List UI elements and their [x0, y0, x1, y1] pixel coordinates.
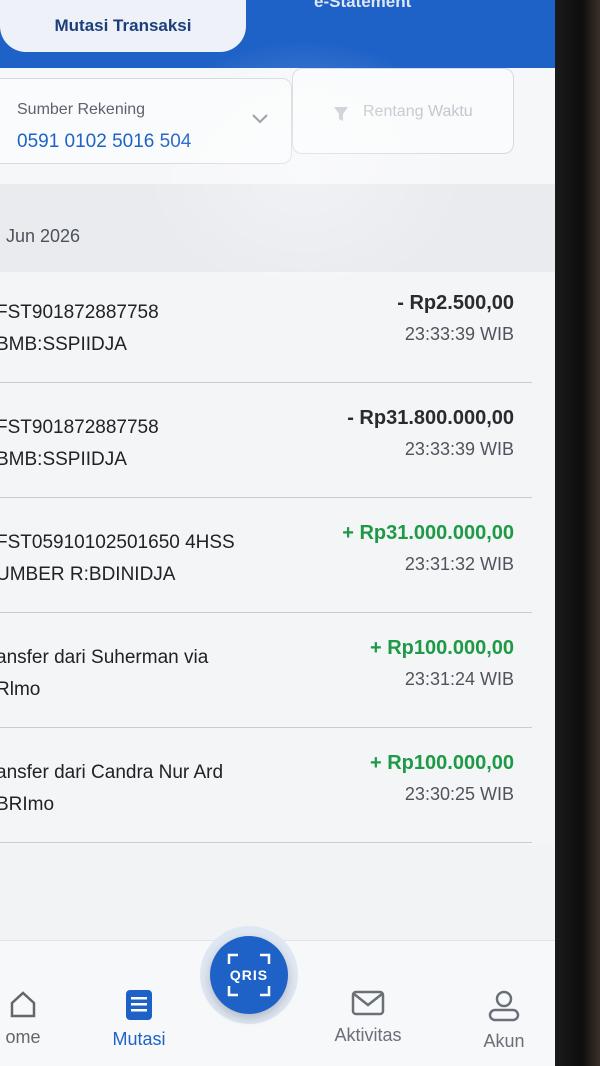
nav-aktivitas[interactable]: Aktivitas: [322, 989, 414, 1046]
transaction-row[interactable]: FST901872887758 BMB:SSPIIDJA - Rp2.500,0…: [0, 272, 562, 387]
transaction-description: ansfer dari Suherman via: [0, 647, 209, 668]
phone-bezel: [555, 0, 600, 1066]
transaction-row[interactable]: ansfer dari Candra Nur Ard BRImo + Rp100…: [0, 732, 562, 847]
transaction-amount: - Rp2.500,00: [397, 292, 514, 314]
tab-mutasi-transaksi[interactable]: Mutasi Transaksi: [0, 0, 246, 52]
transaction-reference: BRImo: [0, 794, 55, 815]
nav-mutasi-label: Mutasi: [112, 1029, 166, 1049]
date-range-label: Rentang Waktu: [363, 103, 473, 120]
qris-button[interactable]: QRIS: [210, 936, 288, 1014]
nav-home[interactable]: ome: [0, 989, 58, 1048]
nav-home-label: ome: [5, 1027, 41, 1047]
qris-scan-icon: [227, 953, 271, 997]
nav-mutasi[interactable]: Mutasi: [104, 989, 174, 1050]
month-label: Jun 2026: [6, 226, 81, 246]
account-label: Sumber Rekening: [17, 101, 146, 118]
nav-akun-label: Akun: [483, 1031, 525, 1051]
transaction-time: 23:31:24 WIB: [404, 669, 514, 689]
document-list-icon: [126, 990, 152, 1020]
month-header: Jun 2026: [0, 184, 562, 272]
filter-icon: [334, 107, 348, 121]
transaction-reference: Rlmo: [0, 679, 41, 700]
transaction-description: FST901872887758: [0, 417, 159, 438]
tab-e-statement[interactable]: e-Statement: [314, 0, 411, 12]
transaction-row[interactable]: FST901872887758 BMB:SSPIIDJA - Rp31.800.…: [0, 387, 562, 502]
transaction-amount: - Rp31.800.000,00: [347, 407, 514, 429]
transaction-description: ansfer dari Candra Nur Ard: [0, 762, 224, 783]
transaction-description: FST05910102501650 4HSS: [0, 532, 235, 553]
date-range-filter[interactable]: Rentang Waktu: [292, 68, 514, 154]
account-number: 0591 0102 5016 504: [17, 131, 192, 152]
nav-akun[interactable]: Akun: [472, 989, 536, 1052]
transaction-time: 23:30:25 WIB: [404, 784, 514, 804]
header-bar: Mutasi Transaksi e-Statement: [0, 0, 562, 68]
transaction-list: FST901872887758 BMB:SSPIIDJA - Rp2.500,0…: [0, 272, 562, 847]
transaction-time: 23:33:39 WIB: [404, 324, 514, 344]
mail-icon: [351, 990, 385, 1016]
transaction-time: 23:33:39 WIB: [404, 439, 514, 459]
home-icon: [10, 991, 36, 1018]
transaction-row[interactable]: FST05910102501650 4HSS UMBER R:BDINIDJA …: [0, 502, 562, 617]
transaction-reference: BMB:SSPIIDJA: [0, 449, 127, 470]
transaction-reference: UMBER R:BDINIDJA: [0, 564, 176, 585]
nav-aktivitas-label: Aktivitas: [334, 1025, 402, 1045]
chevron-down-icon: [252, 114, 268, 124]
app-screen: Mutasi Transaksi e-Statement Sumber Reke…: [0, 0, 562, 1066]
transaction-reference: BMB:SSPIIDJA: [0, 334, 127, 355]
transaction-amount: + Rp31.000.000,00: [342, 522, 514, 544]
transaction-description: FST901872887758: [0, 302, 159, 323]
transaction-amount: + Rp100.000,00: [370, 637, 514, 659]
user-icon: [488, 990, 520, 1022]
tab-mutasi-label: Mutasi Transaksi: [54, 16, 192, 35]
account-selector[interactable]: Sumber Rekening 0591 0102 5016 504: [0, 78, 292, 164]
transaction-time: 23:31:32 WIB: [404, 554, 514, 574]
transaction-row[interactable]: ansfer dari Suherman via Rlmo + Rp100.00…: [0, 617, 562, 732]
transaction-amount: + Rp100.000,00: [370, 752, 514, 774]
